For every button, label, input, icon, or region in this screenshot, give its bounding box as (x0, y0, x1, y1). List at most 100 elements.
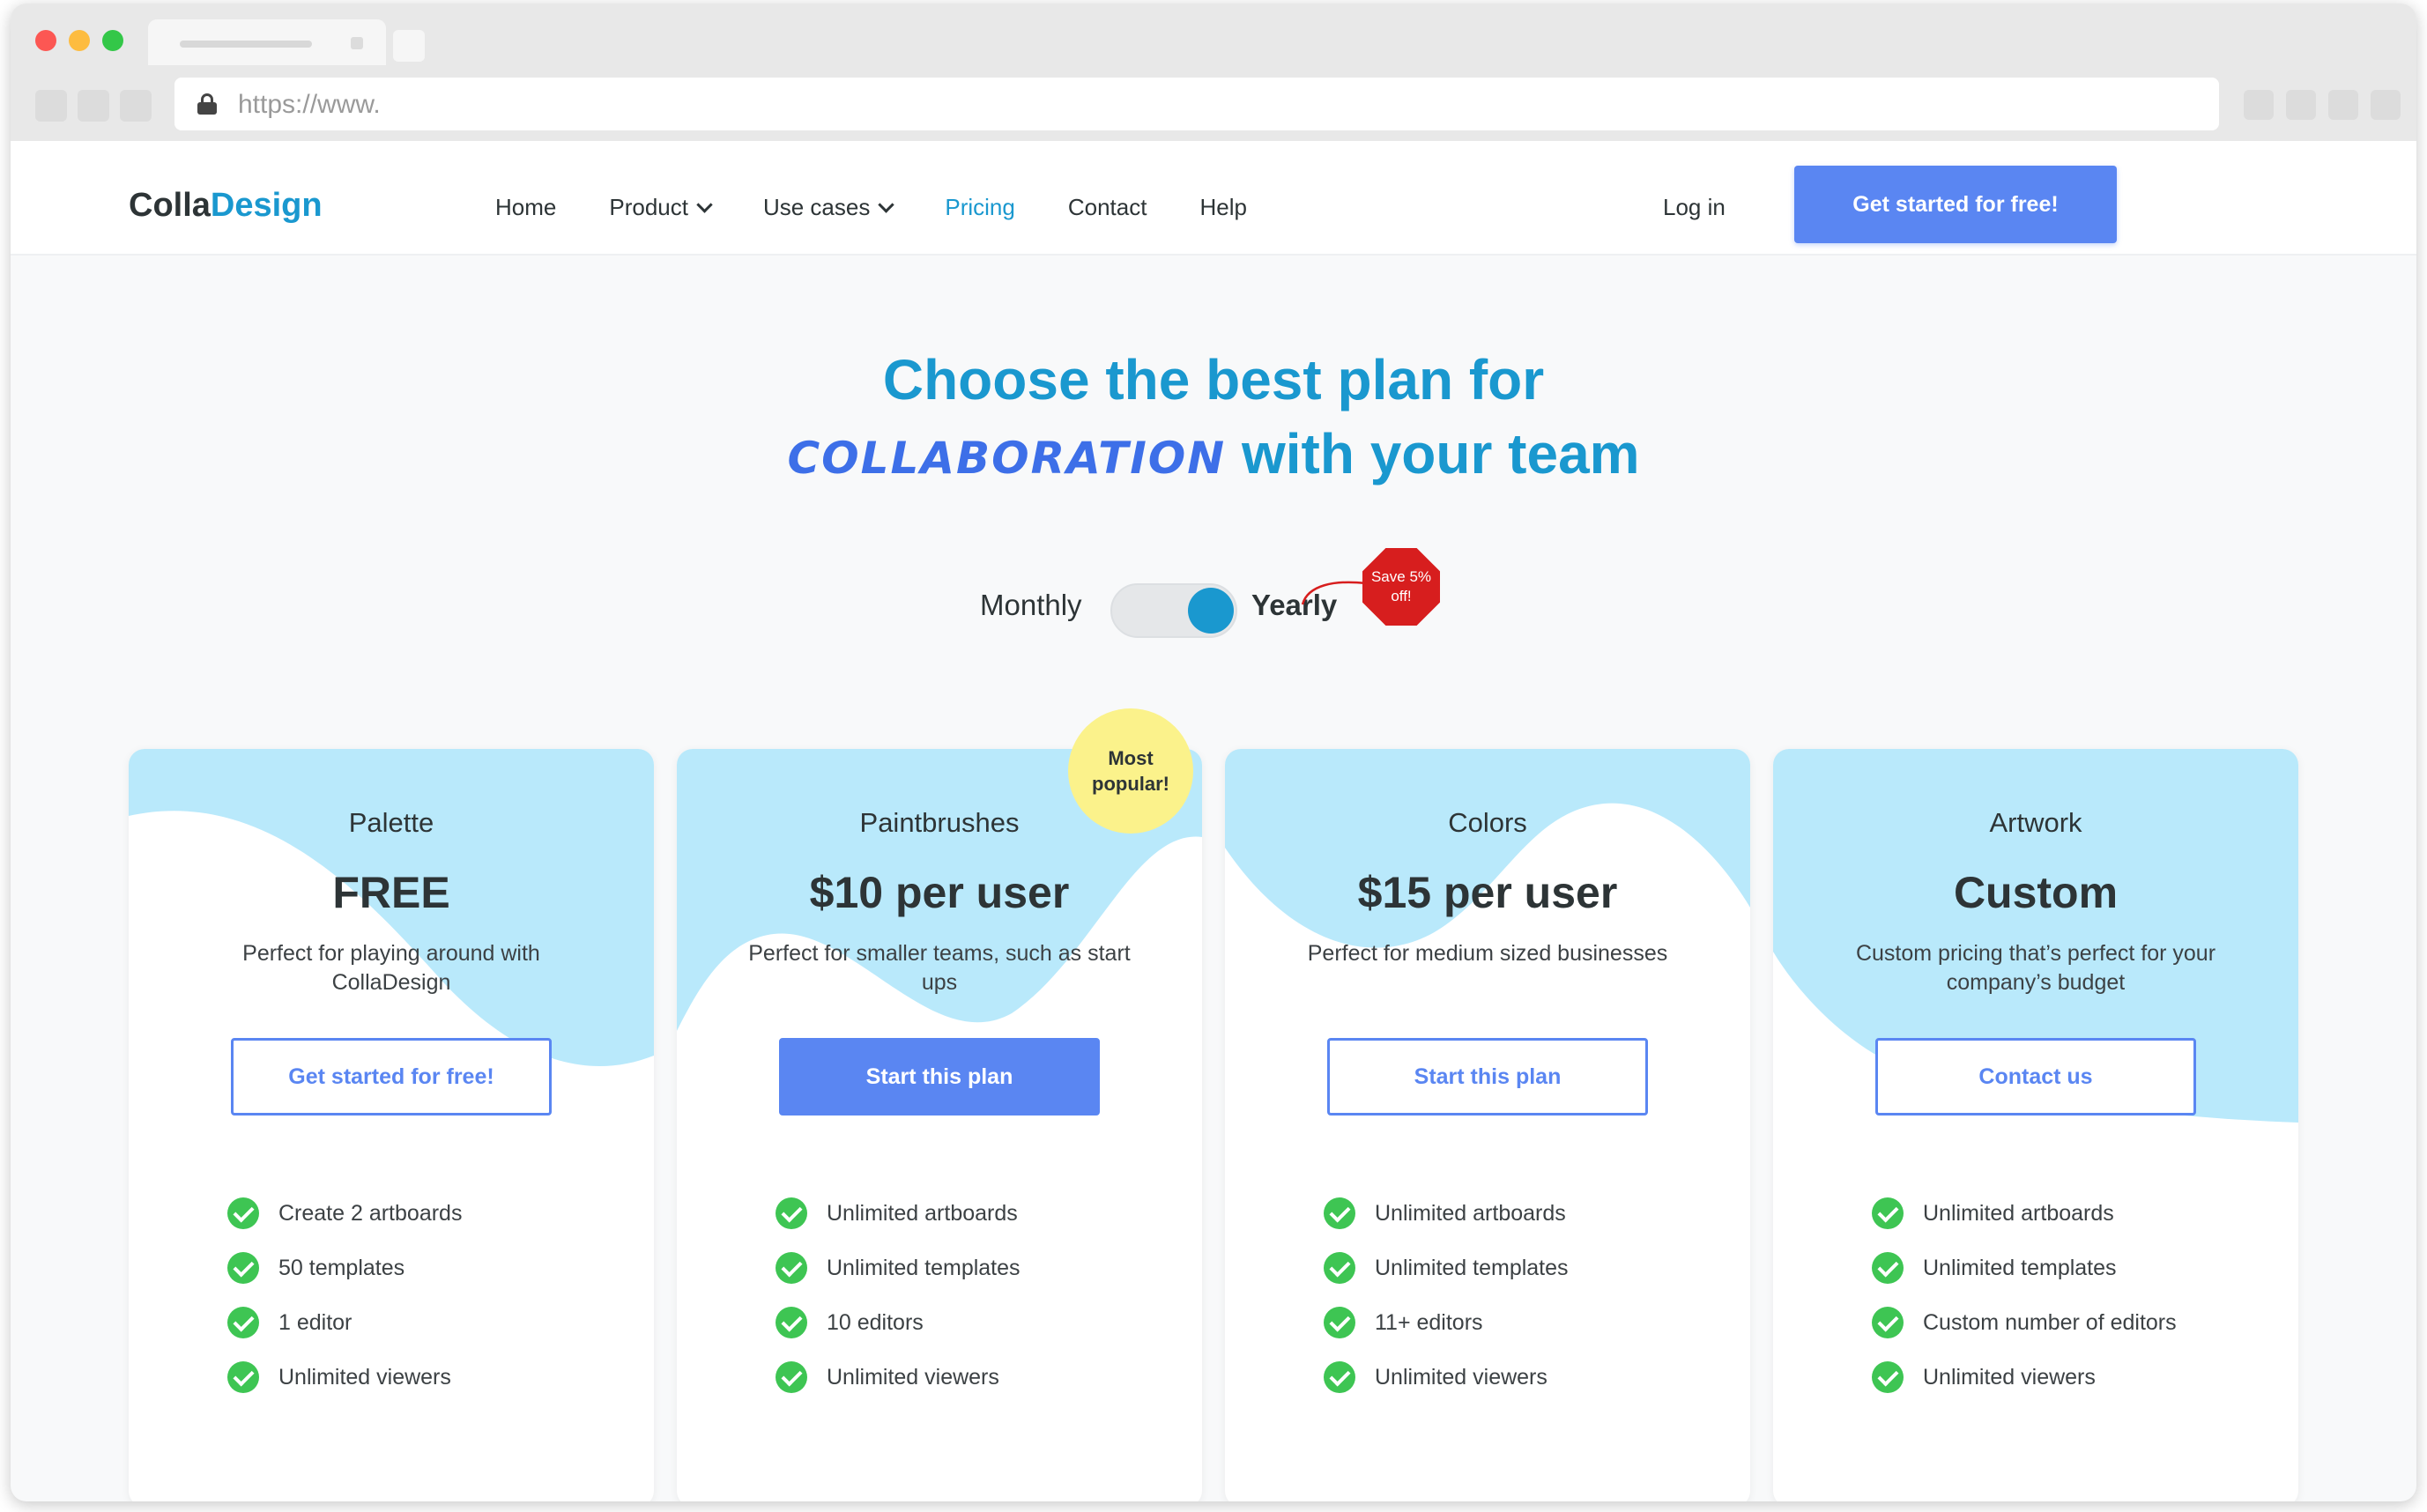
plan-card-palette: Palette FREE Perfect for playing around … (129, 749, 654, 1501)
feature-text: Custom number of editors (1923, 1309, 2177, 1335)
check-circle-icon (776, 1307, 807, 1338)
nav-pricing[interactable]: Pricing (945, 194, 1014, 221)
close-window-button[interactable] (35, 30, 56, 51)
toggle-knob (1188, 588, 1234, 634)
site-header: CollaDesign Home Product Use cases Prici… (11, 141, 2416, 256)
most-popular-badge: Most popular! (1068, 708, 1193, 834)
plan-price: Custom (1953, 868, 2119, 917)
extension-button[interactable] (2328, 90, 2358, 120)
check-circle-icon (776, 1252, 807, 1284)
feature-text: Unlimited templates (1375, 1255, 1569, 1280)
plan-get-started-button[interactable]: Get started for free! (231, 1038, 552, 1115)
feature-item: Unlimited viewers (227, 1350, 615, 1405)
browser-tab[interactable] (148, 19, 386, 65)
plan-features: Unlimited artboards Unlimited templates … (1872, 1186, 2260, 1405)
maximize-window-button[interactable] (102, 30, 123, 51)
feature-item: Unlimited artboards (1872, 1186, 2260, 1241)
check-circle-icon (227, 1197, 259, 1229)
plan-name: Artwork (1989, 807, 2082, 838)
hero-title-line1: Choose the best plan for (882, 348, 1545, 411)
check-circle-icon (227, 1252, 259, 1284)
tab-close-icon[interactable] (351, 37, 363, 49)
check-circle-icon (1324, 1252, 1355, 1284)
feature-item: Unlimited viewers (1324, 1350, 1711, 1405)
feature-text: Create 2 artboards (278, 1200, 463, 1226)
check-circle-icon (1872, 1197, 1904, 1229)
hero-title-script-word: COLLABORATION (787, 433, 1227, 484)
plan-card-colors: Colors $15 per user Perfect for medium s… (1225, 749, 1750, 1501)
nav-home[interactable]: Home (495, 194, 556, 221)
check-circle-icon (776, 1197, 807, 1229)
nav-help[interactable]: Help (1199, 194, 1246, 221)
nav-contact[interactable]: Contact (1068, 194, 1147, 221)
plan-description: Perfect for playing around with CollaDes… (242, 941, 540, 995)
plan-price: FREE (332, 868, 450, 917)
check-circle-icon (1872, 1307, 1904, 1338)
plan-start-button[interactable]: Start this plan (779, 1038, 1100, 1115)
feature-item: 10 editors (776, 1295, 1163, 1350)
check-circle-icon (227, 1307, 259, 1338)
feature-item: Create 2 artboards (227, 1186, 615, 1241)
logo-text-design: Design (210, 187, 323, 224)
feature-text: Unlimited viewers (278, 1364, 451, 1390)
forward-button[interactable] (78, 90, 109, 122)
lock-icon (197, 93, 217, 115)
login-link[interactable]: Log in (1663, 194, 1726, 221)
pricing-cards: Palette FREE Perfect for playing around … (129, 708, 2302, 1501)
plan-card-paintbrushes: Paintbrushes $10 per user Perfect for sm… (677, 749, 1202, 1501)
extension-button[interactable] (2244, 90, 2274, 120)
main-menu: Home Product Use cases Pricing Contact H… (495, 194, 1300, 221)
nav-pricing-label: Pricing (945, 194, 1015, 220)
feature-item: Unlimited templates (1872, 1241, 2260, 1295)
feature-text: Unlimited viewers (827, 1364, 999, 1390)
feature-text: Unlimited viewers (1375, 1364, 1547, 1390)
chevron-down-icon (878, 196, 895, 213)
check-circle-icon (1324, 1361, 1355, 1393)
feature-text: Unlimited artboards (827, 1200, 1018, 1226)
nav-product[interactable]: Product (609, 194, 713, 221)
nav-contact-label: Contact (1067, 194, 1147, 220)
plan-features: Unlimited artboards Unlimited templates … (1324, 1186, 1711, 1405)
feature-text: 1 editor (278, 1309, 353, 1335)
reload-button[interactable] (120, 90, 152, 122)
get-started-button[interactable]: Get started for free! (1794, 166, 2117, 243)
plan-description: Custom pricing that’s perfect for your c… (1855, 941, 2216, 995)
check-circle-icon (776, 1361, 807, 1393)
new-tab-button[interactable] (393, 30, 425, 62)
address-bar[interactable]: https://www. (174, 78, 2219, 130)
billing-monthly-label[interactable]: Monthly (980, 589, 1082, 622)
check-circle-icon (1324, 1197, 1355, 1229)
feature-item: Unlimited viewers (776, 1350, 1163, 1405)
browser-window: https://www. CollaDesign Home Product Us… (11, 4, 2416, 1501)
site-logo[interactable]: CollaDesign (129, 187, 323, 225)
minimize-window-button[interactable] (69, 30, 90, 51)
plan-name: Palette (348, 807, 434, 838)
check-circle-icon (1872, 1361, 1904, 1393)
plan-price: $10 per user (809, 868, 1070, 917)
nav-product-label: Product (609, 194, 688, 220)
feature-item: Unlimited artboards (776, 1186, 1163, 1241)
feature-item: Unlimited artboards (1324, 1186, 1711, 1241)
nav-use-cases[interactable]: Use cases (763, 194, 895, 221)
plan-description: Perfect for medium sized businesses (1307, 941, 1668, 966)
feature-item: 11+ editors (1324, 1295, 1711, 1350)
browser-menu-button[interactable] (2371, 90, 2401, 120)
feature-item: 50 templates (227, 1241, 615, 1295)
back-button[interactable] (35, 90, 67, 122)
feature-text: 10 editors (827, 1309, 924, 1335)
plan-name: Colors (1448, 807, 1527, 838)
logo-text-colla: Colla (129, 187, 211, 224)
feature-item: Unlimited viewers (1872, 1350, 2260, 1405)
feature-item: Unlimited templates (776, 1241, 1163, 1295)
plan-card-artwork: Artwork Custom Custom pricing that’s per… (1773, 749, 2298, 1501)
plan-features: Unlimited artboards Unlimited templates … (776, 1186, 1163, 1405)
plan-start-button[interactable]: Start this plan (1327, 1038, 1648, 1115)
extension-button[interactable] (2286, 90, 2316, 120)
billing-toggle-row: Monthly Yearly Save 5% off! (11, 548, 2416, 638)
plan-contact-button[interactable]: Contact us (1875, 1038, 2196, 1115)
chevron-down-icon (696, 196, 713, 213)
feature-item: Unlimited templates (1324, 1241, 1711, 1295)
feature-item: 1 editor (227, 1295, 615, 1350)
feature-text: Unlimited templates (827, 1255, 1021, 1280)
billing-period-toggle[interactable] (1110, 583, 1237, 638)
